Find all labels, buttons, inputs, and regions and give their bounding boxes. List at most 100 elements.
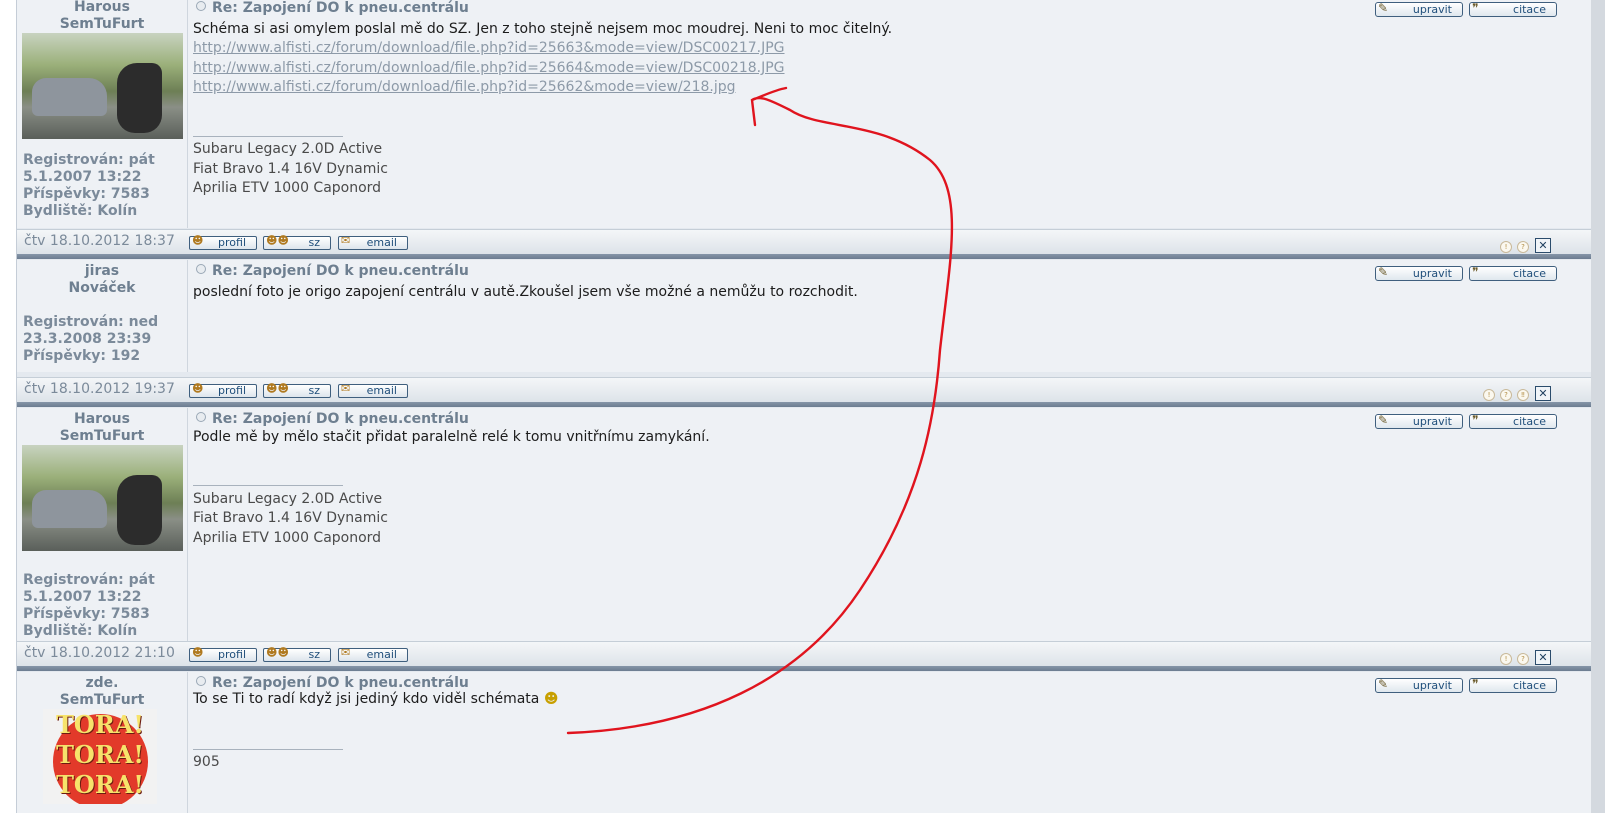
edit-button[interactable]: ✎ upravit [1375, 414, 1463, 429]
author-rank: SemTuFurt [59, 692, 145, 708]
post-author-panel: jiras Nováček Registrován: ned 23.3.2008… [17, 260, 188, 372]
help-icon[interactable]: ? [1517, 241, 1529, 253]
author-rank: Nováček [68, 280, 136, 296]
quote-bubble-icon: ❞ [1472, 413, 1479, 427]
help-icon[interactable]: ? [1517, 653, 1529, 665]
author-location: Bydliště: Kolín [23, 203, 138, 219]
post-body-text: Podle mě by mělo stačit přidat paralelně… [193, 429, 710, 445]
edit-button[interactable]: ✎ upravit [1375, 266, 1463, 281]
email-button[interactable]: ✉ email [338, 234, 408, 250]
signature-line: Fiat Bravo 1.4 16V Dynamic [193, 161, 388, 177]
delete-icon[interactable]: ✕ [1535, 386, 1551, 401]
edit-button[interactable]: ✎ upravit [1375, 2, 1463, 17]
author-post-count: Příspěvky: 7583 [23, 186, 150, 202]
report-icon[interactable]: ! [1500, 241, 1512, 253]
email-envelope-icon: ✉ [341, 382, 351, 395]
avatar-car-shape [32, 78, 107, 116]
post-separator [17, 254, 1591, 259]
email-envelope-icon: ✉ [341, 234, 351, 247]
quote-button[interactable]: ❞ citace [1469, 414, 1557, 429]
post-body-text: To se Ti to radí když jsi jediný kdo vid… [193, 691, 559, 707]
edit-pencil-icon: ✎ [1378, 265, 1389, 279]
post-separator [17, 402, 1591, 407]
delete-icon[interactable]: ✕ [1535, 650, 1551, 665]
quote-button[interactable]: ❞ citace [1469, 2, 1557, 17]
post-subject[interactable]: Re: Zapojení DO k pneu.centrálu [196, 0, 469, 17]
profile-person-icon: ☻ [192, 234, 204, 247]
post-link-3[interactable]: http://www.alfisti.cz/forum/download/fil… [193, 78, 736, 98]
post-separator [17, 666, 1591, 671]
signature-line: 905 [193, 754, 220, 770]
avatar-text: TORA! [56, 770, 144, 799]
post-date: čtv 18.10.2012 18:37 [24, 233, 175, 249]
smiley-icon: ☻ [543, 691, 559, 707]
pm-button[interactable]: ☻☻ sz [263, 382, 331, 398]
author-registered-date: 23.3.2008 23:39 [23, 331, 152, 347]
author-registered-label: Registrován: pát [23, 572, 155, 588]
signature-divider [193, 136, 343, 137]
avatar-motorbike-shape [117, 63, 162, 133]
private-message-icon: ☻☻ [266, 382, 289, 395]
post-subject[interactable]: Re: Zapojení DO k pneu.centrálu [196, 411, 469, 428]
post-content: Re: Zapojení DO k pneu.centrálu ✎ upravit… [188, 260, 1591, 372]
quote-bubble-icon: ❞ [1472, 1, 1479, 15]
help-icon[interactable]: ? [1500, 389, 1512, 401]
author-username[interactable]: Harous [17, 411, 187, 428]
email-envelope-icon: ✉ [341, 646, 351, 659]
quote-button[interactable]: ❞ citace [1469, 266, 1557, 281]
quote-bubble-icon: ❞ [1472, 677, 1479, 691]
email-button[interactable]: ✉ email [338, 382, 408, 398]
pm-button[interactable]: ☻☻ sz [263, 646, 331, 662]
avatar-text: TORA! [56, 710, 144, 739]
post-bullet-icon [196, 412, 206, 422]
post-link-2[interactable]: http://www.alfisti.cz/forum/download/fil… [193, 59, 785, 79]
edit-button[interactable]: ✎ upravit [1375, 678, 1463, 693]
profile-person-icon: ☻ [192, 646, 204, 659]
post-3: Harous SemTuFurt Registrován: pát 5.1.20… [17, 408, 1591, 646]
report-icon[interactable]: ! [1500, 653, 1512, 665]
post-footer: čtv 18.10.2012 19:37 ☻ profil ☻☻ sz ✉ email… [17, 377, 1591, 402]
forum-topic-frame: Harous SemTuFurt Registrován: pát 5.1.20… [16, 0, 1592, 813]
post-author-panel: zde. SemTuFurt TORA! TORA! TORA! [17, 672, 188, 813]
post-bullet-icon [196, 676, 206, 686]
author-username[interactable]: zde. [17, 675, 187, 692]
post-content: Re: Zapojení DO k pneu.centrálu ✎ upravit… [188, 672, 1591, 813]
post-1: Harous SemTuFurt Registrován: pát 5.1.20… [17, 0, 1591, 228]
post-link-1[interactable]: http://www.alfisti.cz/forum/download/fil… [193, 39, 785, 59]
edit-pencil-icon: ✎ [1378, 413, 1389, 427]
email-button[interactable]: ✉ email [338, 646, 408, 662]
post-content: Re: Zapojení DO k pneu.centrálu ✎ upravit… [188, 408, 1591, 646]
post-date: čtv 18.10.2012 21:10 [24, 645, 175, 661]
post-author-panel: Harous SemTuFurt Registrován: pát 5.1.20… [17, 408, 188, 646]
author-username[interactable]: jiras [17, 263, 187, 280]
post-author-panel: Harous SemTuFurt Registrován: pát 5.1.20… [17, 0, 188, 228]
edit-pencil-icon: ✎ [1378, 677, 1389, 691]
author-avatar [22, 445, 183, 551]
quote-button[interactable]: ❞ citace [1469, 678, 1557, 693]
warn-icon[interactable]: ‼ [1517, 389, 1529, 401]
signature-line: Fiat Bravo 1.4 16V Dynamic [193, 510, 388, 526]
window-edge [1591, 0, 1605, 813]
private-message-icon: ☻☻ [266, 646, 289, 659]
post-footer: čtv 18.10.2012 21:10 ☻ profil ☻☻ sz ✉ email… [17, 641, 1591, 666]
author-registered-date: 5.1.2007 13:22 [23, 589, 142, 605]
post-bullet-icon [196, 1, 206, 11]
profile-button[interactable]: ☻ profil [189, 646, 257, 662]
profile-button[interactable]: ☻ profil [189, 383, 257, 398]
post-footer: čtv 18.10.2012 18:37 ☻ profil ☻☻ sz ✉ email… [17, 229, 1591, 254]
signature-divider [193, 485, 343, 486]
pm-button[interactable]: ☻☻ sz [263, 234, 331, 250]
delete-icon[interactable]: ✕ [1535, 238, 1551, 253]
author-username[interactable]: Harous [17, 0, 187, 16]
quote-bubble-icon: ❞ [1472, 265, 1479, 279]
signature-divider [193, 749, 343, 750]
post-body-text: Schéma si asi omylem poslal mě do SZ. Je… [193, 21, 893, 37]
profile-button[interactable]: ☻ profil [189, 234, 257, 250]
report-icon[interactable]: ! [1483, 389, 1495, 401]
post-4: zde. SemTuFurt TORA! TORA! TORA! Re: Zap… [17, 672, 1591, 813]
private-message-icon: ☻☻ [266, 234, 289, 247]
post-bullet-icon [196, 264, 206, 274]
post-subject[interactable]: Re: Zapojení DO k pneu.centrálu [196, 263, 469, 280]
author-registered-date: 5.1.2007 13:22 [23, 169, 142, 185]
edit-pencil-icon: ✎ [1378, 1, 1389, 15]
